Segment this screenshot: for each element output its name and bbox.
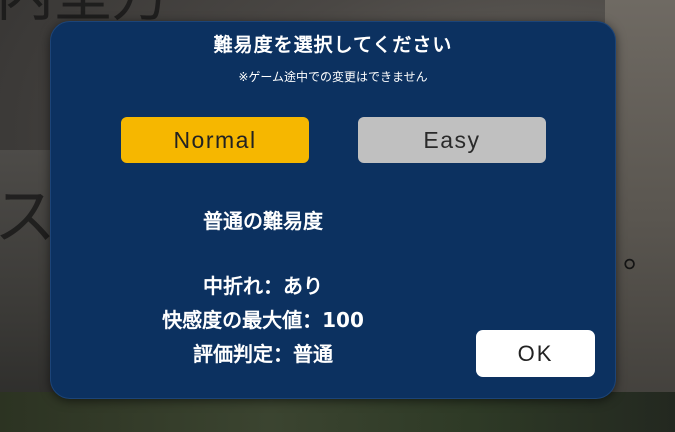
dialog-note: ※ゲーム途中での変更はできません xyxy=(238,70,428,84)
difficulty-easy-button[interactable]: Easy xyxy=(358,117,546,163)
difficulty-normal-button[interactable]: Normal xyxy=(121,117,309,163)
difficulty-description-list: 中折れ：あり 快感度の最大値：100 評価判定：普通 xyxy=(51,269,475,371)
difficulty-description-title: 普通の難易度 xyxy=(203,209,323,233)
difficulty-dialog: 難易度を選択してください ※ゲーム途中での変更はできません Normal Eas… xyxy=(50,21,616,399)
description-line: 快感度の最大値：100 xyxy=(162,308,364,332)
background-text-fragment: ス xyxy=(0,180,57,253)
description-line: 評価判定：普通 xyxy=(193,342,333,366)
game-screen: 内室万 ス 。。 難易度を選択してください ※ゲーム途中での変更はできません N… xyxy=(0,0,675,432)
description-line: 中折れ：あり xyxy=(203,274,323,298)
ok-button[interactable]: OK xyxy=(476,330,595,377)
dialog-title: 難易度を選択してください xyxy=(213,34,453,56)
